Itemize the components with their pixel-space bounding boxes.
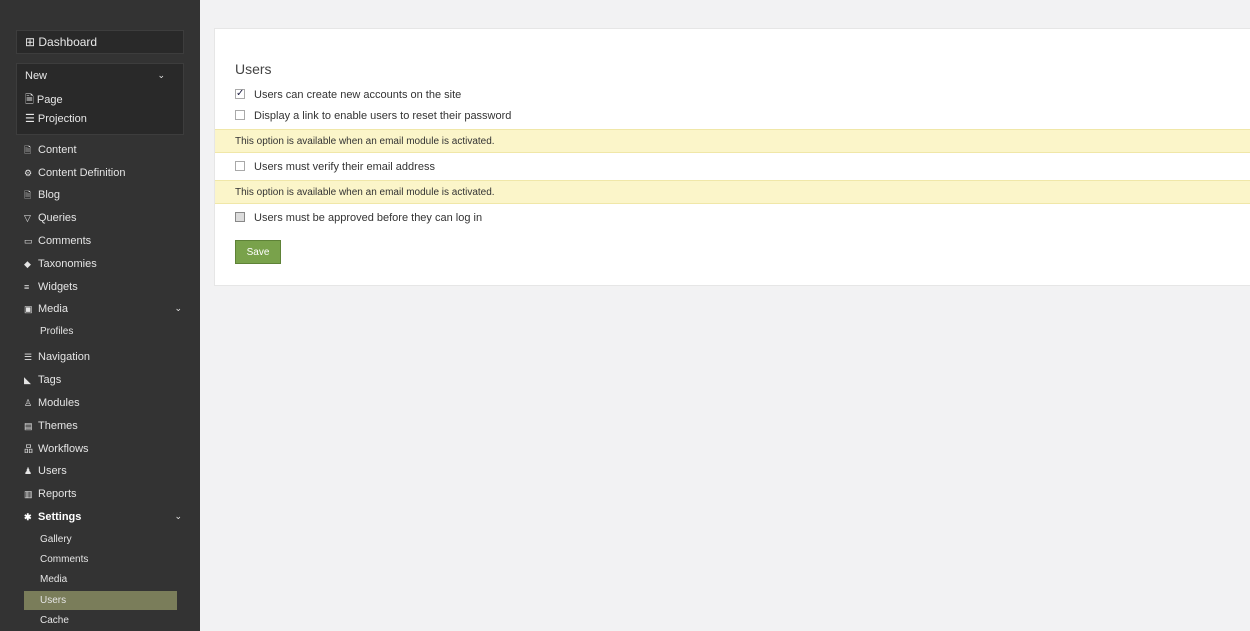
sidebar-item-queries[interactable]: ▽ Queries	[24, 210, 77, 226]
settings-item-cache[interactable]: Cache	[40, 613, 69, 629]
sidebar-item-label: Comments	[38, 235, 92, 247]
new-page-item[interactable]: 🗎 Page	[25, 91, 63, 110]
widgets-icon: ≡	[24, 282, 30, 292]
create-accounts-checkbox[interactable]	[235, 87, 245, 101]
sidebar-item-label: Workflows	[38, 443, 89, 455]
content-icon: 🗎	[24, 145, 32, 155]
users-settings-card: Users Users can create new accounts on t…	[214, 28, 1250, 286]
sidebar-item-label: Blog	[38, 189, 61, 201]
reset-password-checkbox[interactable]	[235, 110, 245, 120]
sidebar-item-label: Users	[38, 465, 67, 477]
filter-icon: ▽	[24, 213, 31, 223]
option-reset-password: Display a link to enable users to reset …	[235, 109, 511, 123]
option-label: Users must be approved before they can l…	[254, 212, 483, 224]
sidebar: ⊞ Dashboard New ⌄ 🗎 Page ☰ Projection 🗎 C…	[0, 0, 200, 631]
settings-item-media[interactable]: Media	[40, 572, 67, 588]
option-label: Users can create new accounts on the sit…	[254, 89, 462, 101]
approval-checkbox[interactable]	[235, 212, 245, 222]
sidebar-item-label: Navigation	[38, 351, 90, 363]
sidebar-item-media[interactable]: ▣ Media	[24, 301, 68, 317]
comment-icon: ▭	[24, 236, 33, 246]
save-button[interactable]: Save	[235, 240, 281, 264]
sidebar-item-profiles[interactable]: Profiles	[40, 324, 73, 340]
sidebar-item-label: Content	[38, 144, 77, 156]
option-create-accounts: Users can create new accounts on the sit…	[235, 87, 462, 102]
section-title: Users	[235, 61, 272, 77]
sidebar-item-comments[interactable]: ▭ Comments	[24, 233, 91, 249]
sidebar-item-dashboard[interactable]: ⊞ Dashboard	[16, 30, 184, 54]
user-icon: ♟	[24, 466, 33, 476]
chevron-down-icon[interactable]: ⌄	[174, 303, 182, 314]
sidebar-item-content-definition[interactable]: ⚙ Content Definition	[24, 165, 125, 181]
tags-icon: ◣	[24, 375, 31, 385]
sidebar-item-label: Widgets	[38, 281, 78, 293]
sidebar-item-label: Content Definition	[38, 167, 126, 179]
workflow-icon: 品	[24, 444, 34, 454]
sidebar-item-reports[interactable]: ▥ Reports	[24, 486, 77, 502]
sidebar-item-workflows[interactable]: 品 Workflows	[24, 441, 89, 457]
sidebar-item-blog[interactable]: 🗎 Blog	[24, 187, 60, 203]
option-label: Users must verify their email address	[254, 161, 435, 173]
blog-icon: 🗎	[24, 190, 32, 200]
sidebar-item-settings[interactable]: ✱ Settings	[24, 509, 81, 525]
verify-email-checkbox[interactable]	[235, 161, 245, 171]
settings-item-users[interactable]: Users	[40, 593, 66, 609]
email-module-notice: This option is available when an email m…	[215, 129, 1250, 153]
sidebar-item-users[interactable]: ♟ Users	[24, 463, 67, 479]
new-menu-header[interactable]: New	[25, 70, 47, 82]
gear-icon: ✱	[24, 512, 32, 522]
chevron-down-icon[interactable]: ⌄	[174, 511, 182, 522]
sidebar-item-navigation[interactable]: ☰ Navigation	[24, 349, 90, 365]
sidebar-item-tags[interactable]: ◣ Tags	[24, 372, 61, 388]
sidebar-item-label: Settings	[38, 511, 82, 523]
email-module-notice: This option is available when an email m…	[215, 180, 1250, 204]
settings-item-comments[interactable]: Comments	[40, 552, 88, 568]
option-verify-email: Users must verify their email address	[235, 160, 435, 174]
sidebar-item-label: Media	[38, 303, 68, 315]
sidebar-item-label: Modules	[38, 397, 80, 409]
new-projection-item[interactable]: ☰ Projection	[25, 112, 87, 125]
sidebar-item-label: Tags	[38, 374, 62, 386]
chevron-down-icon[interactable]: ⌄	[157, 70, 165, 81]
new-menu: New ⌄ 🗎 Page ☰ Projection	[16, 63, 184, 135]
navigation-icon: ☰	[24, 352, 33, 362]
option-approval: Users must be approved before they can l…	[235, 211, 482, 225]
sidebar-item-label: Reports	[38, 488, 77, 500]
sidebar-item-taxonomies[interactable]: ◆ Taxonomies	[24, 256, 97, 272]
modules-icon: ♙	[24, 398, 33, 408]
option-label: Display a link to enable users to reset …	[254, 110, 512, 122]
sidebar-item-content[interactable]: 🗎 Content	[24, 142, 77, 158]
content-definition-icon: ⚙	[24, 168, 33, 178]
reports-icon: ▥	[24, 489, 33, 499]
tag-icon: ◆	[24, 259, 31, 269]
sidebar-item-label: Themes	[38, 420, 78, 432]
sidebar-item-modules[interactable]: ♙ Modules	[24, 395, 80, 411]
settings-item-gallery[interactable]: Gallery	[40, 532, 72, 548]
image-icon: ▣	[24, 304, 33, 314]
themes-icon: ▤	[24, 421, 33, 431]
sidebar-item-widgets[interactable]: ≡ Widgets	[24, 279, 78, 295]
sidebar-item-label: Taxonomies	[38, 258, 97, 270]
sidebar-item-label: Queries	[38, 212, 77, 224]
sidebar-item-themes[interactable]: ▤ Themes	[24, 418, 78, 434]
